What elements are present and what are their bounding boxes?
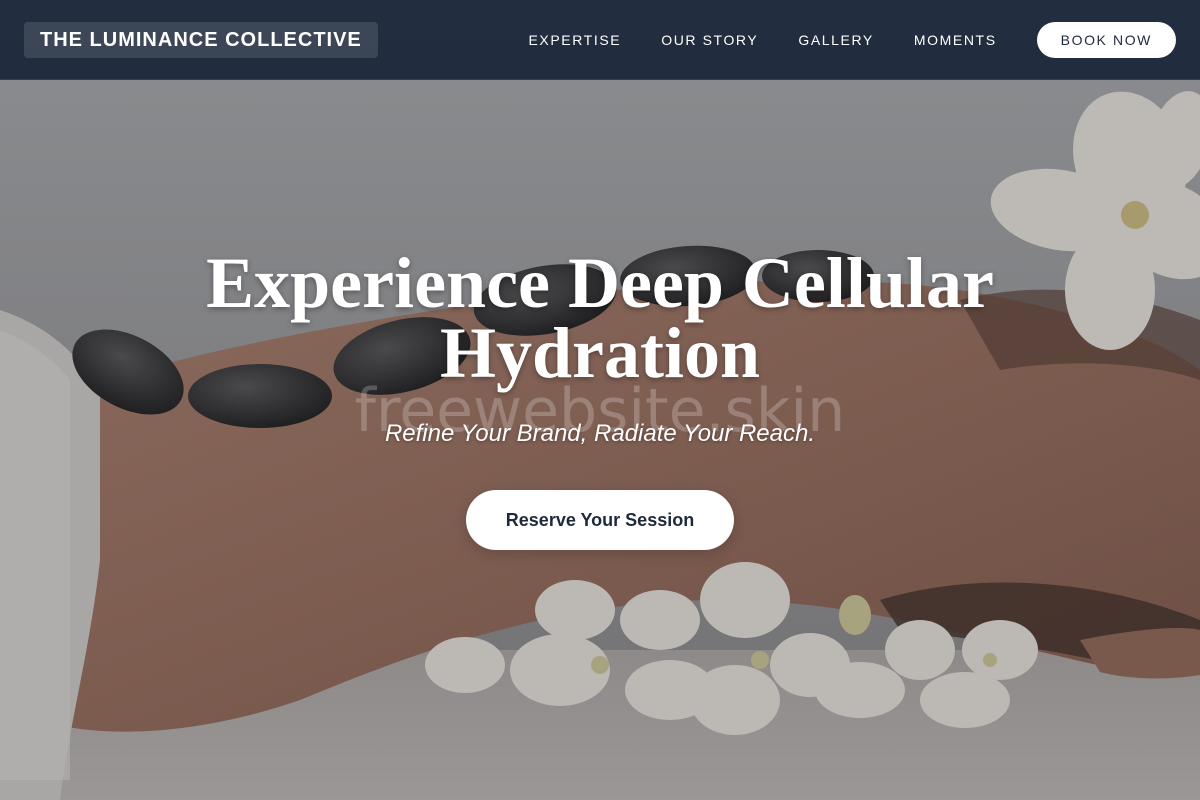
brand-logo[interactable]: THE LUMINANCE COLLECTIVE [24, 22, 378, 58]
hero-subtitle: Refine Your Brand, Radiate Your Reach. [384, 420, 816, 447]
nav-link-moments[interactable]: MOMENTS [914, 32, 997, 48]
hero-content: Experience Deep Cellular Hydration [0, 243, 1200, 393]
hero-background-image [0, 0, 1200, 800]
main-nav: EXPERTISE OUR STORY GALLERY MOMENTS BOOK… [528, 22, 1176, 58]
book-now-button[interactable]: BOOK NOW [1036, 22, 1176, 58]
nav-link-gallery[interactable]: GALLERY [798, 32, 874, 48]
hero-title: Experience Deep Cellular Hydration [206, 243, 994, 393]
page: THE LUMINANCE COLLECTIVE EXPERTISE OUR S… [0, 0, 1200, 800]
site-header: THE LUMINANCE COLLECTIVE EXPERTISE OUR S… [0, 0, 1200, 80]
reserve-session-button[interactable]: Reserve Your Session [466, 490, 734, 550]
nav-link-our-story[interactable]: OUR STORY [661, 32, 758, 48]
nav-link-expertise[interactable]: EXPERTISE [528, 32, 621, 48]
spa-photo-icon [0, 0, 1200, 800]
